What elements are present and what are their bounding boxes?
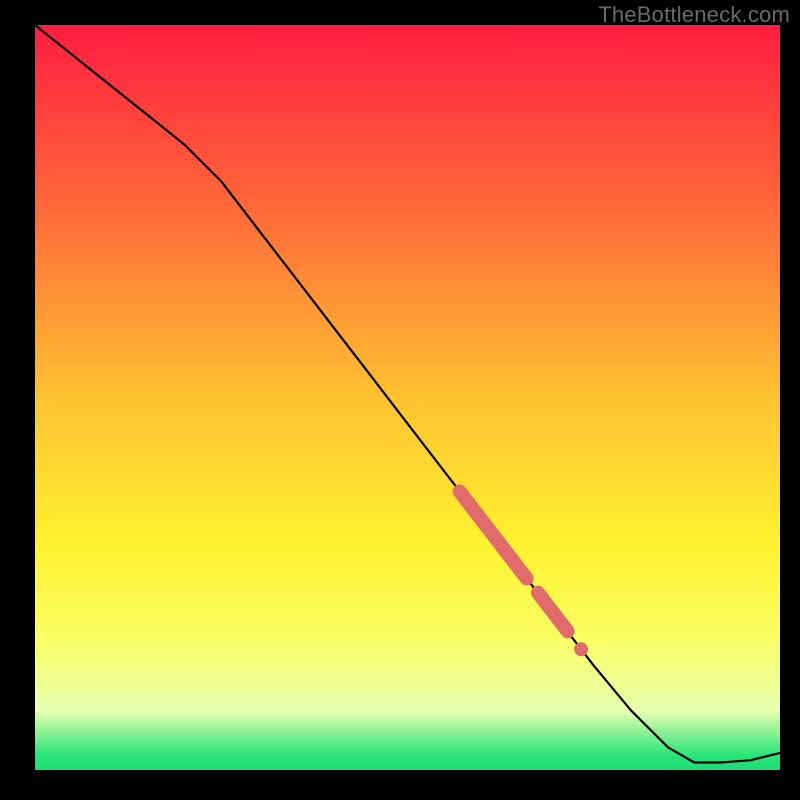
chart-frame: TheBottleneck.com bbox=[0, 0, 800, 800]
plot-area bbox=[35, 25, 780, 770]
watermark-text: TheBottleneck.com bbox=[598, 2, 790, 28]
